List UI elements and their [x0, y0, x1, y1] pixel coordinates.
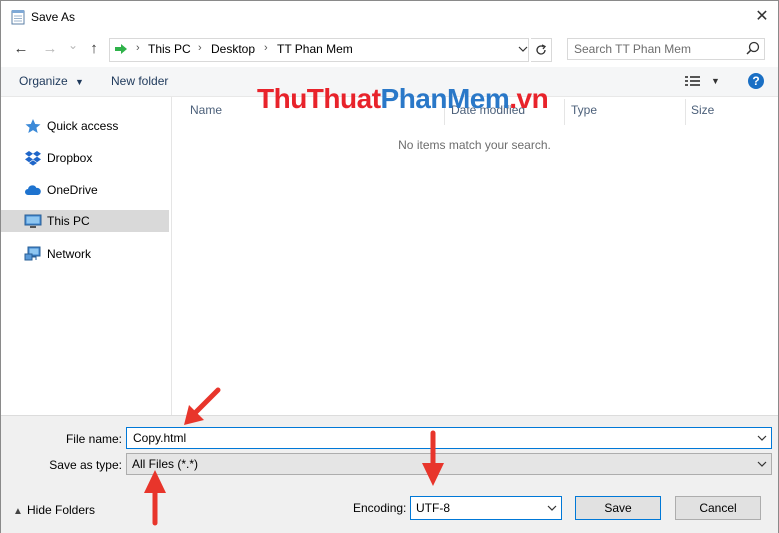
- refresh-button[interactable]: [531, 38, 552, 62]
- save-as-dialog: Save As ✕ ← → ⌄ ↑ › This PC › Desktop › …: [0, 0, 779, 533]
- sidebar-item-label: Quick access: [47, 119, 119, 133]
- breadcrumb-separator: ›: [264, 42, 268, 54]
- organize-label: Organize: [19, 74, 68, 88]
- cancel-button[interactable]: Cancel: [675, 496, 761, 520]
- sidebar-item-quick-access[interactable]: Quick access: [1, 115, 169, 137]
- sidebar-item-dropbox[interactable]: Dropbox: [1, 147, 169, 169]
- search-icon[interactable]: [745, 40, 761, 58]
- file-name-label: File name:: [65, 432, 122, 446]
- back-button[interactable]: ←: [12, 39, 30, 59]
- location-arrow-icon: [115, 44, 127, 54]
- search-input[interactable]: [567, 38, 765, 60]
- refresh-icon: [536, 44, 547, 55]
- empty-list-message: No items match your search.: [398, 138, 551, 152]
- annotation-arrow-icon: [184, 387, 221, 425]
- encoding-label: Encoding:: [353, 501, 407, 515]
- breadcrumb-separator: ›: [198, 42, 202, 54]
- computer-icon: [24, 214, 42, 228]
- save-as-type-label: Save as type:: [49, 458, 122, 472]
- view-caret-down-icon[interactable]: ▼: [711, 76, 720, 86]
- chevron-down-icon: ⌄: [67, 38, 79, 52]
- chevron-down-icon[interactable]: [757, 430, 767, 446]
- watermark-logo: ThuThuatPhanMem.vn: [257, 83, 549, 114]
- sidebar-item-label: Dropbox: [47, 151, 93, 165]
- chevron-down-icon: [518, 46, 528, 52]
- save-button[interactable]: Save: [575, 496, 661, 520]
- recent-locations-button[interactable]: ⌄: [64, 35, 82, 55]
- title-bar: [1, 1, 778, 32]
- encoding-select[interactable]: UTF-8: [410, 496, 562, 520]
- view-options-icon[interactable]: [685, 75, 701, 87]
- new-folder-button[interactable]: New folder: [111, 74, 168, 88]
- chevron-up-icon: ▲: [13, 506, 23, 517]
- breadcrumb-this-pc[interactable]: This PC: [148, 42, 191, 56]
- arrow-right-icon: →: [42, 40, 58, 57]
- hide-folders-button[interactable]: ▲ Hide Folders: [13, 503, 95, 517]
- arrow-left-icon: ←: [13, 40, 29, 57]
- notepad-icon: [11, 10, 25, 25]
- hide-folders-label: Hide Folders: [27, 503, 96, 517]
- star-icon: [25, 119, 41, 133]
- sidebar-item-this-pc[interactable]: This PC: [1, 210, 169, 232]
- sidebar-item-label: OneDrive: [47, 183, 98, 197]
- up-button[interactable]: ↑: [85, 39, 103, 59]
- breadcrumb-desktop[interactable]: Desktop: [211, 42, 255, 56]
- chevron-down-icon: [547, 505, 557, 511]
- column-separator[interactable]: [685, 99, 686, 125]
- annotation-arrow-icon: [144, 470, 166, 526]
- sidebar-item-onedrive[interactable]: OneDrive: [1, 179, 169, 201]
- breadcrumb-tt-phan-mem[interactable]: TT Phan Mem: [277, 42, 353, 56]
- column-header-size[interactable]: Size: [691, 103, 714, 117]
- chevron-down-icon: [757, 461, 767, 467]
- column-header-type[interactable]: Type: [571, 103, 597, 117]
- arrow-up-icon: ↑: [90, 40, 98, 57]
- annotation-arrow-icon: [422, 430, 444, 486]
- organize-button[interactable]: Organize ▼: [19, 74, 84, 88]
- forward-button[interactable]: →: [41, 39, 59, 59]
- file-name-value: Copy.html: [133, 431, 187, 445]
- address-bar[interactable]: › This PC › Desktop › TT Phan Mem: [109, 38, 529, 62]
- column-header-name[interactable]: Name: [190, 103, 222, 117]
- network-icon: [24, 246, 41, 261]
- dropbox-icon: [25, 151, 41, 166]
- sidebar-item-label: Network: [47, 247, 92, 261]
- caret-down-icon: ▼: [75, 77, 84, 87]
- column-separator[interactable]: [564, 99, 565, 125]
- close-button[interactable]: ✕: [751, 7, 773, 27]
- breadcrumb-separator: ›: [136, 42, 140, 54]
- help-button[interactable]: ?: [748, 73, 764, 89]
- cloud-icon: [25, 185, 41, 195]
- sidebar-item-network[interactable]: Network: [1, 243, 169, 265]
- encoding-value: UTF-8: [416, 501, 450, 515]
- sidebar-item-label: This PC: [47, 214, 90, 228]
- address-dropdown-button[interactable]: [515, 39, 531, 59]
- window-title: Save As: [31, 10, 76, 24]
- close-icon: ✕: [755, 8, 769, 25]
